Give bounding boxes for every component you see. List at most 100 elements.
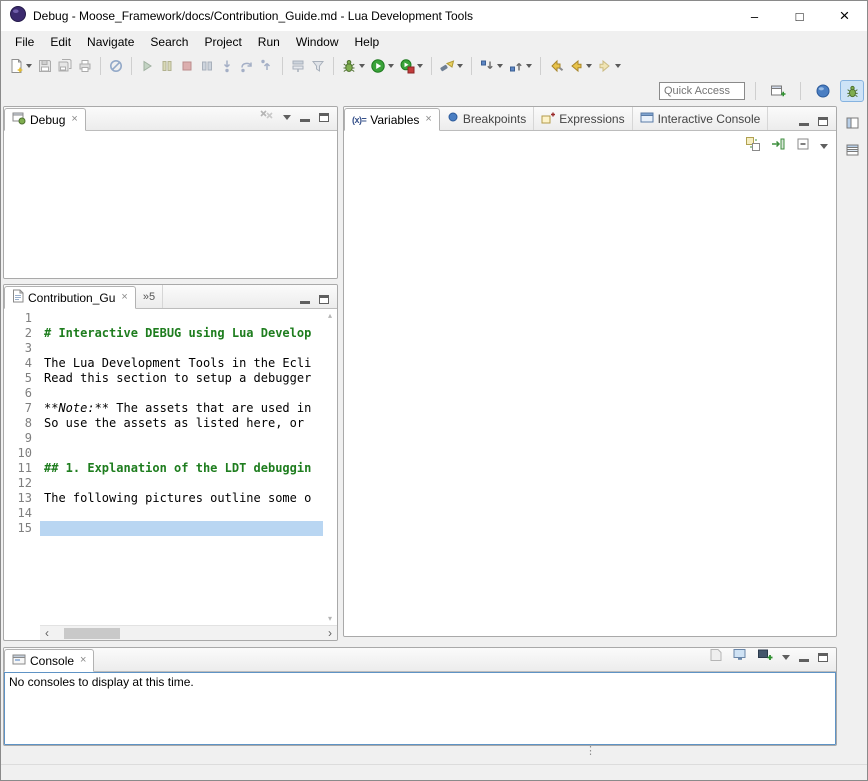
scrollbar-track[interactable] xyxy=(54,626,323,640)
scroll-left-icon[interactable]: ‹ xyxy=(40,626,54,640)
editor-code[interactable]: # Interactive DEBUG using Lua Develop The… xyxy=(40,309,323,625)
back-dropdown-icon[interactable] xyxy=(586,64,592,68)
code-line[interactable] xyxy=(40,506,323,521)
save-all-icon[interactable] xyxy=(55,55,75,77)
code-line[interactable] xyxy=(40,431,323,446)
menu-navigate[interactable]: Navigate xyxy=(79,33,142,51)
tab-variables[interactable]: (x)= Variables × xyxy=(344,108,440,131)
maximize-window-button[interactable]: □ xyxy=(777,1,822,31)
code-line[interactable]: The following pictures outline some o xyxy=(40,491,323,506)
tab-editor-close-icon[interactable]: × xyxy=(121,292,127,303)
search-icon[interactable] xyxy=(437,55,457,77)
print-icon[interactable] xyxy=(75,55,95,77)
save-icon[interactable] xyxy=(35,55,55,77)
code-line[interactable] xyxy=(40,476,323,491)
collapse-all-icon[interactable] xyxy=(770,136,786,157)
external-tools-dropdown-icon[interactable] xyxy=(417,64,423,68)
step-over-icon[interactable] xyxy=(237,55,257,77)
open-log-icon[interactable] xyxy=(709,648,723,667)
previous-annotation-dropdown-icon[interactable] xyxy=(526,64,532,68)
skip-all-breakpoints-icon[interactable] xyxy=(106,55,126,77)
last-edit-location-icon[interactable] xyxy=(546,55,566,77)
code-line[interactable]: So use the assets as listed here, or xyxy=(40,416,323,431)
sash-grip-handle[interactable]: ⋮ xyxy=(585,748,596,754)
editor-horizontal-scrollbar[interactable]: ‹ › xyxy=(40,625,337,640)
view-menu-icon[interactable] xyxy=(283,115,291,120)
display-selected-console-icon[interactable] xyxy=(732,647,748,667)
code-line[interactable] xyxy=(40,341,323,356)
minimize-view-icon[interactable] xyxy=(799,659,809,662)
minimize-view-icon[interactable] xyxy=(300,301,310,304)
maximize-view-icon[interactable] xyxy=(818,653,828,662)
new-dropdown-icon[interactable] xyxy=(26,64,32,68)
restore-view-button-1[interactable] xyxy=(842,112,864,134)
forward-dropdown-icon[interactable] xyxy=(615,64,621,68)
debug-perspective-button[interactable] xyxy=(840,80,864,102)
editor-overflow-tab[interactable]: »5 xyxy=(136,285,163,308)
code-line[interactable]: ## 1. Explanation of the LDT debuggin xyxy=(40,461,323,476)
debug-icon[interactable] xyxy=(339,55,359,77)
restore-view-button-2[interactable] xyxy=(842,139,864,161)
open-console-icon[interactable] xyxy=(757,647,773,667)
tab-variables-close-icon[interactable]: × xyxy=(425,114,431,125)
ldt-perspective-button[interactable] xyxy=(811,80,835,102)
run-dropdown-icon[interactable] xyxy=(388,64,394,68)
tab-debug-close-icon[interactable]: × xyxy=(71,114,77,125)
remove-all-terminated-icon[interactable] xyxy=(259,108,274,126)
code-line[interactable]: Read this section to setup a debugger xyxy=(40,371,323,386)
back-icon[interactable] xyxy=(566,55,586,77)
menu-help[interactable]: Help xyxy=(347,33,388,51)
debug-dropdown-icon[interactable] xyxy=(359,64,365,68)
minimize-view-icon[interactable] xyxy=(300,119,310,122)
minimize-window-button[interactable]: – xyxy=(732,1,777,31)
tab-expressions[interactable]: Expressions xyxy=(534,107,632,130)
close-window-button[interactable]: × xyxy=(822,1,867,31)
view-menu-icon[interactable] xyxy=(820,144,828,149)
open-perspective-button[interactable] xyxy=(766,80,790,102)
code-line[interactable] xyxy=(40,446,323,461)
code-line[interactable] xyxy=(40,311,323,326)
next-annotation-dropdown-icon[interactable] xyxy=(497,64,503,68)
tab-console[interactable]: Console × xyxy=(4,649,94,672)
step-return-icon[interactable] xyxy=(257,55,277,77)
tab-contribution-guide[interactable]: Contribution_Gu × xyxy=(4,286,136,309)
collapse-tree-icon[interactable] xyxy=(795,136,811,157)
tab-interactive-console[interactable]: Interactive Console xyxy=(633,107,769,130)
code-line[interactable]: **Note:** The assets that are used in xyxy=(40,401,323,416)
previous-annotation-icon[interactable] xyxy=(506,55,526,77)
maximize-view-icon[interactable] xyxy=(319,113,329,122)
resume-icon[interactable] xyxy=(137,55,157,77)
run-icon[interactable] xyxy=(368,55,388,77)
menu-edit[interactable]: Edit xyxy=(42,33,79,51)
scroll-down-icon[interactable]: ▾ xyxy=(328,614,332,623)
code-line[interactable]: # Interactive DEBUG using Lua Develop xyxy=(40,326,323,341)
menu-search[interactable]: Search xyxy=(142,33,196,51)
drop-to-frame-icon[interactable] xyxy=(288,55,308,77)
scroll-up-icon[interactable]: ▴ xyxy=(328,311,332,320)
scroll-right-icon[interactable]: › xyxy=(323,626,337,640)
tab-debug[interactable]: Debug × xyxy=(4,108,86,131)
code-line[interactable]: The Lua Development Tools in the Ecli xyxy=(40,356,323,371)
menu-file[interactable]: File xyxy=(7,33,42,51)
minimize-view-icon[interactable] xyxy=(799,123,809,126)
search-dropdown-icon[interactable] xyxy=(457,64,463,68)
forward-icon[interactable] xyxy=(595,55,615,77)
new-wizard-icon[interactable] xyxy=(6,55,26,77)
terminate-icon[interactable] xyxy=(177,55,197,77)
tab-breakpoints[interactable]: Breakpoints xyxy=(440,107,534,130)
menu-window[interactable]: Window xyxy=(288,33,347,51)
use-step-filters-icon[interactable] xyxy=(308,55,328,77)
open-console-dropdown-icon[interactable] xyxy=(782,655,790,660)
disconnect-icon[interactable] xyxy=(197,55,217,77)
editor-vertical-scrollbar[interactable]: ▴ ▾ xyxy=(323,309,337,625)
step-into-icon[interactable] xyxy=(217,55,237,77)
show-logical-structure-icon[interactable] xyxy=(745,136,761,157)
tab-console-close-icon[interactable]: × xyxy=(80,655,86,666)
scrollbar-thumb[interactable] xyxy=(64,628,120,639)
maximize-view-icon[interactable] xyxy=(818,117,828,126)
code-line-selected[interactable] xyxy=(40,521,323,536)
code-line[interactable] xyxy=(40,386,323,401)
menu-run[interactable]: Run xyxy=(250,33,288,51)
menu-project[interactable]: Project xyxy=(196,33,249,51)
external-tools-icon[interactable] xyxy=(397,55,417,77)
